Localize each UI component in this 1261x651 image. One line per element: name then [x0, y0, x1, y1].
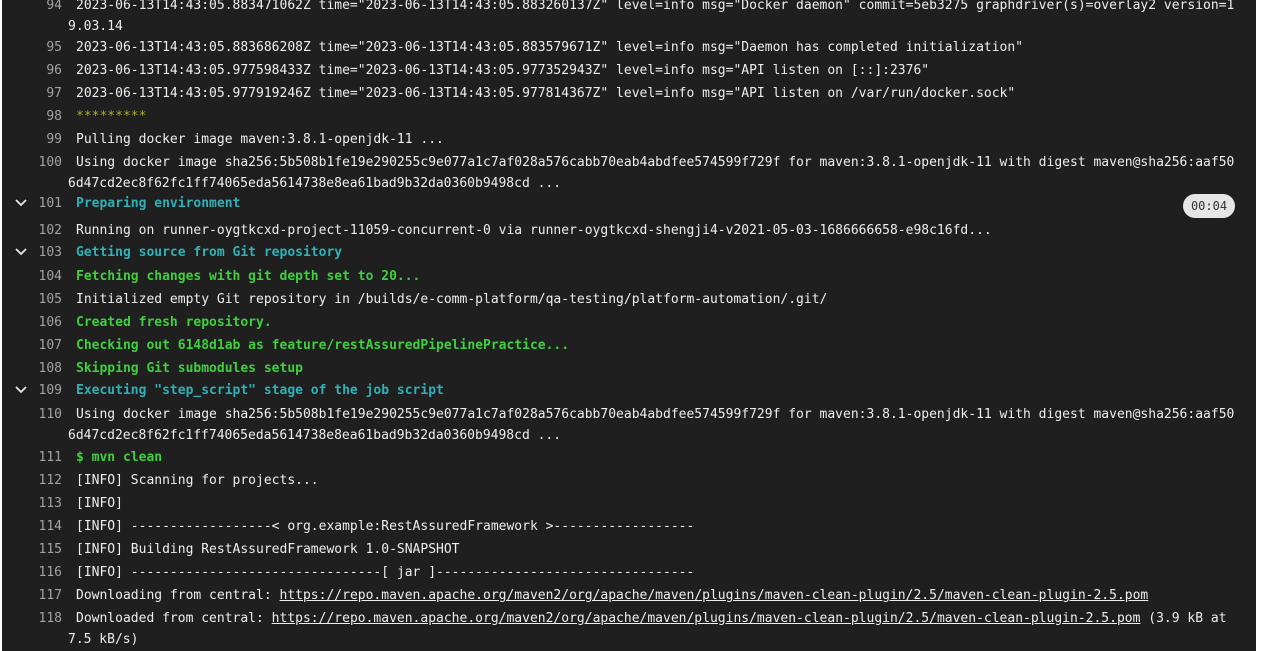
section-duration-badge: 00:04: [1183, 194, 1235, 218]
line-text: [INFO]: [76, 496, 123, 511]
section-title: Getting source from Git repository: [76, 245, 343, 260]
line-number[interactable]: 103: [22, 242, 62, 263]
line-number[interactable]: 114: [22, 516, 62, 537]
line-number[interactable]: 97: [22, 83, 62, 104]
line-number[interactable]: 96: [22, 60, 62, 81]
line-number[interactable]: 118: [22, 608, 62, 629]
line-number[interactable]: 98: [22, 106, 62, 127]
line-text: 2023-06-13T14:43:05.977919246Z time="202…: [76, 86, 1016, 101]
line-text-part2: 6d47cd2ec8f62fc1ff74065eda5614738e8ea61b…: [68, 428, 562, 443]
line-number[interactable]: 95: [22, 37, 62, 58]
line-number[interactable]: 111: [22, 447, 62, 468]
line-number[interactable]: 115: [22, 539, 62, 560]
line-text: [INFO] ------------------< org.example:R…: [76, 519, 695, 534]
line-number[interactable]: 107: [22, 335, 62, 356]
line-prefix: Downloading from central:: [76, 588, 280, 603]
line-text-part2: 7.5 kB/s): [68, 632, 139, 647]
line-number[interactable]: 100: [22, 152, 62, 173]
line-text: Downloading from central: https://repo.m…: [76, 585, 1148, 606]
line-number[interactable]: 105: [22, 289, 62, 310]
line-text: $ mvn clean: [76, 450, 163, 465]
line-text-part2: 6d47cd2ec8f62fc1ff74065eda5614738e8ea61b…: [68, 176, 562, 191]
section-title: Executing "step_script" stage of the job…: [76, 383, 444, 398]
line-number[interactable]: 106: [22, 312, 62, 333]
line-number[interactable]: 104: [22, 266, 62, 287]
line-text: Using docker image sha256:5b508b1fe19e29…: [68, 152, 1235, 194]
line-number[interactable]: 94: [22, 0, 62, 16]
maven-pom-link[interactable]: https://repo.maven.apache.org/maven2/org…: [272, 611, 1141, 626]
line-number[interactable]: 110: [22, 404, 62, 425]
line-text: [INFO] --------------------------------[…: [76, 565, 695, 580]
line-number[interactable]: 102: [22, 220, 62, 241]
line-text: Initialized empty Git repository in /bui…: [76, 292, 828, 307]
line-text: Fetching changes with git depth set to 2…: [76, 269, 421, 284]
line-number[interactable]: 109: [22, 380, 62, 401]
line-text: Checking out 6148d1ab as feature/restAss…: [76, 338, 570, 353]
line-suffix: (3.9 kB at: [1140, 611, 1227, 626]
section-title: Preparing environment: [76, 196, 241, 211]
line-number[interactable]: 101: [22, 193, 62, 214]
line-text-part2: 9.03.14: [68, 19, 123, 34]
line-number[interactable]: 99: [22, 129, 62, 150]
line-text-part1: 2023-06-13T14:43:05.883471062Z time="202…: [76, 0, 1235, 13]
line-text: Using docker image sha256:5b508b1fe19e29…: [68, 404, 1235, 446]
line-text-part1: Using docker image sha256:5b508b1fe19e29…: [76, 407, 1235, 422]
line-number[interactable]: 117: [22, 585, 62, 606]
line-number[interactable]: 113: [22, 493, 62, 514]
line-text: 2023-06-13T14:43:05.883471062Z time="202…: [68, 0, 1235, 37]
job-log-terminal: 94 2023-06-13T14:43:05.883471062Z time="…: [2, 0, 1256, 651]
line-text: *********: [76, 109, 147, 124]
line-text: [INFO] Scanning for projects...: [76, 473, 319, 488]
line-text: [INFO] Building RestAssuredFramework 1.0…: [76, 542, 460, 557]
line-text: 2023-06-13T14:43:05.977598433Z time="202…: [76, 63, 930, 78]
line-text: Skipping Git submodules setup: [76, 361, 303, 376]
line-number[interactable]: 116: [22, 562, 62, 583]
maven-pom-link[interactable]: https://repo.maven.apache.org/maven2/org…: [280, 588, 1149, 603]
line-text-part1: Using docker image sha256:5b508b1fe19e29…: [76, 155, 1235, 170]
line-number[interactable]: 108: [22, 358, 62, 379]
line-text: 2023-06-13T14:43:05.883686208Z time="202…: [76, 40, 1024, 55]
line-text: Created fresh repository.: [76, 315, 272, 330]
line-text: Running on runner-oygtkcxd-project-11059…: [76, 223, 992, 238]
line-number[interactable]: 112: [22, 470, 62, 491]
line-text: Downloaded from central: https://repo.ma…: [68, 608, 1227, 650]
line-prefix: Downloaded from central:: [76, 611, 272, 626]
line-text: Pulling docker image maven:3.8.1-openjdk…: [76, 132, 444, 147]
